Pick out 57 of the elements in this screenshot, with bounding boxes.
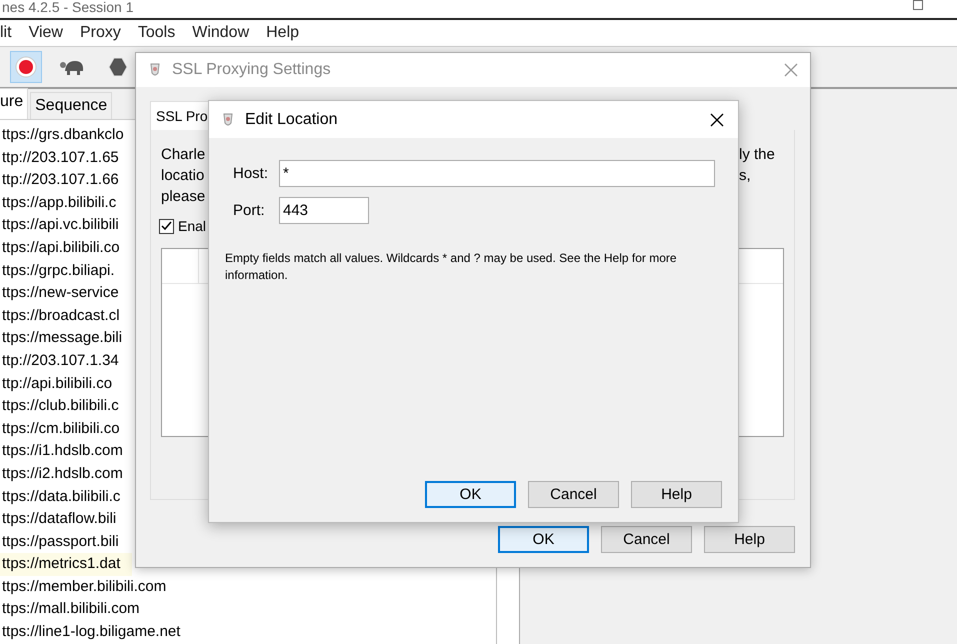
- description-text: ly the: [739, 145, 776, 165]
- app-logo-icon: [221, 112, 235, 128]
- record-icon[interactable]: [10, 51, 42, 83]
- request-url[interactable]: ttps://grs.dbankclo: [0, 124, 124, 147]
- request-url[interactable]: ttps://club.bilibili.c: [0, 395, 119, 418]
- menu-item[interactable]: Help: [266, 24, 300, 42]
- menu-item[interactable]: Proxy: [80, 24, 121, 42]
- dialog-button[interactable]: Help: [704, 526, 795, 553]
- hint-text: Empty fields match all values. Wildcards * and ? may be used. See the Help for more information.: [225, 250, 678, 284]
- text-field[interactable]: *: [279, 160, 715, 187]
- request-url[interactable]: ttps://broadcast.cl: [0, 304, 120, 328]
- field-label: Host:: [233, 165, 270, 182]
- request-url[interactable]: ttps://mall.bilibili.com: [0, 598, 140, 622]
- menu-item[interactable]: Tools: [138, 24, 176, 42]
- checkbox-label: Enal: [178, 218, 206, 234]
- description-text: please: [161, 187, 206, 207]
- menu-item[interactable]: View: [28, 24, 63, 42]
- request-url[interactable]: ttps://message.bili: [0, 327, 122, 350]
- request-url[interactable]: ttps://metrics1.dat: [0, 553, 132, 576]
- request-url[interactable]: ttps://new-service: [0, 282, 119, 305]
- dialog-button[interactable]: Cancel: [601, 526, 692, 553]
- description-text: locatio: [161, 166, 206, 186]
- request-url[interactable]: ttps://dataflow.bili: [0, 508, 116, 531]
- tab[interactable]: ure: [0, 88, 28, 119]
- field-label: Port:: [233, 202, 266, 219]
- request-url[interactable]: ttp://203.107.1.66: [0, 169, 119, 192]
- description-text: Charle: [161, 145, 206, 165]
- tab[interactable]: Sequence: [30, 92, 112, 119]
- request-url[interactable]: ttps://api.bilibili.co: [0, 236, 120, 260]
- request-url[interactable]: ttps://passport.bili: [0, 530, 119, 554]
- request-url[interactable]: ttps://data.bilibili.c: [0, 486, 120, 508]
- dialog-button[interactable]: Cancel: [528, 481, 619, 508]
- checkbox[interactable]: [159, 218, 174, 234]
- request-url[interactable]: ttps://member.bilibili.com: [0, 576, 166, 598]
- dialog-button[interactable]: OK: [498, 526, 589, 553]
- request-url[interactable]: ttp://203.107.1.34: [0, 350, 119, 373]
- dialog-title: SSL Proxying Settings: [172, 61, 332, 79]
- close-icon[interactable]: [710, 112, 724, 126]
- request-url[interactable]: ttps://grpc.biliapi.: [0, 260, 115, 282]
- text-field[interactable]: 443: [279, 197, 369, 224]
- dialog-button[interactable]: Help: [631, 481, 722, 508]
- app-logo-icon: [148, 62, 162, 78]
- maximize-icon[interactable]: [913, 0, 923, 10]
- dialog-button[interactable]: OK: [425, 481, 516, 508]
- request-url[interactable]: ttp://203.107.1.65: [0, 146, 119, 170]
- menu-item[interactable]: lit: [0, 24, 12, 42]
- request-url[interactable]: ttps://i2.hdslb.com: [0, 462, 123, 486]
- description-text: s,: [739, 166, 752, 186]
- dialog-title: Edit Location: [245, 110, 339, 128]
- request-url[interactable]: ttps://i1.hdslb.com: [0, 440, 123, 463]
- window-title: nes 4.2.5 - Session 1: [1, 0, 134, 14]
- request-url[interactable]: ttps://line1-log.biligame.net: [0, 621, 180, 644]
- menu-item[interactable]: Window: [192, 24, 250, 42]
- request-url[interactable]: ttps://cm.bilibili.co: [0, 418, 120, 440]
- request-url[interactable]: ttps://api.vc.bilibili: [0, 214, 119, 237]
- request-url[interactable]: ttps://app.bilibili.c: [0, 192, 116, 214]
- request-url[interactable]: ttp://api.bilibili.co: [0, 372, 112, 396]
